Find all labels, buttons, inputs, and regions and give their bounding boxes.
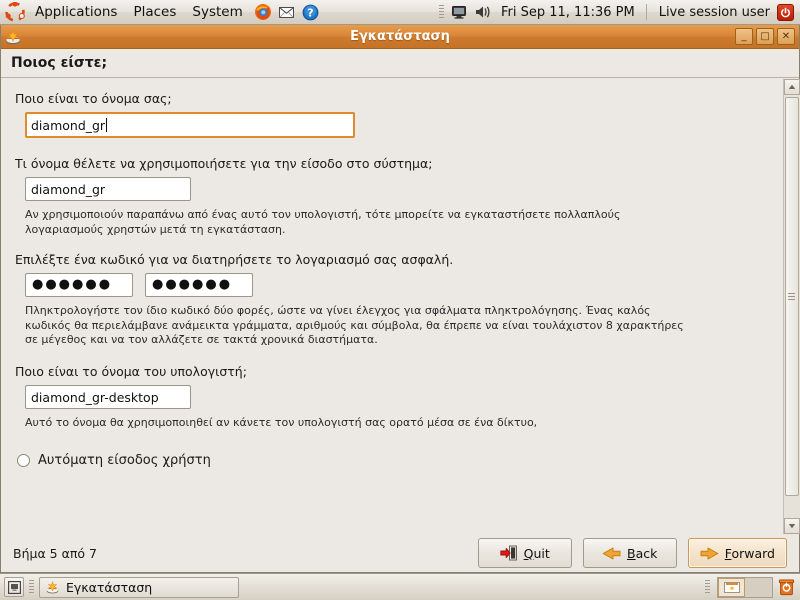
forward-button[interactable]: Forward: [687, 538, 787, 568]
workspace-1[interactable]: [718, 577, 745, 597]
password-input[interactable]: ●●●●●●: [25, 272, 133, 297]
autologin-label: Αυτόματη είσοδος χρήστη: [38, 453, 211, 469]
password-value: ●●●●●●: [32, 277, 113, 293]
back-button[interactable]: Back: [582, 538, 677, 568]
autologin-radio[interactable]: [17, 454, 30, 468]
password-label: Επιλέξτε ένα κωδικό για να διατηρήσετε τ…: [15, 251, 454, 267]
username-input[interactable]: diamond_gr: [25, 177, 191, 201]
password-confirm-value: ●●●●●●: [152, 277, 233, 293]
menu-system[interactable]: System: [185, 2, 249, 23]
minimize-button[interactable]: _: [735, 28, 753, 45]
forward-label: Forward: [724, 545, 775, 561]
page-header: Ποιος είστε;: [1, 49, 799, 78]
step-indicator: Βήμα 5 από 7: [13, 545, 97, 561]
help-icon[interactable]: ?: [300, 1, 322, 23]
password-confirm-input[interactable]: ●●●●●●: [145, 272, 253, 297]
workspace-1-window: [723, 581, 740, 593]
quit-icon: [499, 545, 518, 561]
form-panel: Ποιο είναι το όνομα σας; diamond_gr Τι ό…: [1, 79, 783, 534]
installer-icon: [45, 580, 60, 595]
scrollbar-thumb[interactable]: [784, 97, 799, 496]
hostname-hint: Αυτό το όνομα θα χρησιμοποιηθεί αν κάνετ…: [25, 416, 538, 430]
field-group-hostname: Ποιο είναι το όνομα του υπολογιστή; diam…: [15, 364, 769, 431]
tasklist-grip[interactable]: [29, 579, 34, 595]
username-value: diamond_gr: [31, 181, 106, 197]
tray-separator: [645, 4, 647, 20]
fullname-input[interactable]: diamond_gr: [25, 112, 355, 138]
page-title: Ποιος είστε;: [11, 55, 108, 71]
bottom-panel-right: [702, 576, 796, 598]
wizard-footer: Βήμα 5 από 7 Quit Back Forward: [1, 534, 799, 572]
hostname-value: diamond_gr-desktop: [31, 389, 159, 405]
scroll-down-button[interactable]: [783, 518, 800, 534]
fullname-label: Ποιο είναι το όνομα σας;: [15, 91, 172, 106]
installer-window: Εγκατάσταση _ □ ✕ Ποιος είστε; Ποιο είνα…: [0, 25, 800, 573]
arrow-left-icon: [602, 546, 621, 561]
content-area: Ποιο είναι το όνομα σας; diamond_gr Τι ό…: [1, 79, 800, 534]
field-group-password: Επιλέξτε ένα κωδικό για να διατηρήσετε τ…: [15, 252, 769, 349]
password-row: ●●●●●● ●●●●●●: [25, 272, 769, 297]
svg-text:?: ?: [308, 6, 314, 19]
password-hint: Πληκτρολογήστε τον ίδιο κωδικό δύο φορές…: [25, 303, 684, 347]
quit-label: Quit: [523, 545, 550, 561]
installer-icon: [4, 28, 22, 46]
workspace-grip[interactable]: [705, 579, 710, 595]
menu-places[interactable]: Places: [126, 2, 183, 23]
show-desktop-icon[interactable]: [4, 577, 24, 597]
username-label: Τι όνομα θέλετε να χρησιμοποιήσετε για τ…: [15, 156, 433, 171]
hostname-label: Ποιο είναι το όνομα του υπολογιστή;: [15, 364, 247, 380]
field-group-username: Τι όνομα θέλετε να χρησιμοποιήσετε για τ…: [15, 156, 769, 238]
scrollbar-track[interactable]: [783, 95, 800, 518]
wizard-buttons: Quit Back Forward: [477, 538, 787, 568]
text-caret: [106, 118, 108, 132]
window-controls: _ □ ✕: [732, 28, 795, 45]
menu-applications[interactable]: Applications: [28, 2, 124, 23]
content-scrollbar[interactable]: [783, 79, 800, 534]
window-titlebar[interactable]: Εγκατάσταση _ □ ✕: [1, 25, 799, 49]
window-title: Εγκατάσταση: [350, 29, 450, 44]
task-button-label: Εγκατάσταση: [66, 579, 153, 595]
scroll-up-button[interactable]: [783, 79, 800, 95]
username-hint: Αν χρησιμοποιούν παραπάνω από ένας αυτό …: [25, 208, 621, 236]
top-panel: Applications Places System ? Fri Sep 11,…: [0, 0, 800, 25]
firefox-icon[interactable]: [252, 1, 274, 23]
power-icon[interactable]: [777, 3, 794, 21]
panel-tray: Fri Sep 11, 11:36 PM Live session user: [436, 0, 800, 25]
hostname-input[interactable]: diamond_gr-desktop: [25, 385, 191, 410]
bottom-panel: Εγκατάσταση: [0, 573, 800, 600]
scrollbar-grip-icon: [788, 293, 795, 300]
trash-icon[interactable]: [777, 577, 796, 597]
monitor-icon[interactable]: [448, 1, 470, 23]
maximize-button[interactable]: □: [756, 28, 774, 45]
tray-grip[interactable]: [438, 4, 444, 20]
back-label: Back: [627, 545, 658, 561]
mail-icon[interactable]: [276, 1, 298, 23]
task-button-installer[interactable]: Εγκατάσταση: [39, 576, 239, 598]
fullname-value: diamond_gr: [31, 117, 106, 133]
user-switcher[interactable]: Live session user: [652, 5, 777, 20]
ubuntu-logo-icon[interactable]: [5, 2, 25, 22]
autologin-option[interactable]: Αυτόματη είσοδος χρήστη: [15, 453, 769, 468]
field-group-fullname: Ποιο είναι το όνομα σας; diamond_gr: [15, 91, 769, 138]
arrow-right-icon: [700, 546, 719, 561]
close-button[interactable]: ✕: [777, 28, 795, 45]
workspace-switcher[interactable]: [717, 576, 773, 598]
volume-icon[interactable]: [472, 1, 494, 23]
quit-button[interactable]: Quit: [477, 538, 572, 568]
clock[interactable]: Fri Sep 11, 11:36 PM: [495, 5, 641, 20]
workspace-2[interactable]: [745, 577, 772, 597]
